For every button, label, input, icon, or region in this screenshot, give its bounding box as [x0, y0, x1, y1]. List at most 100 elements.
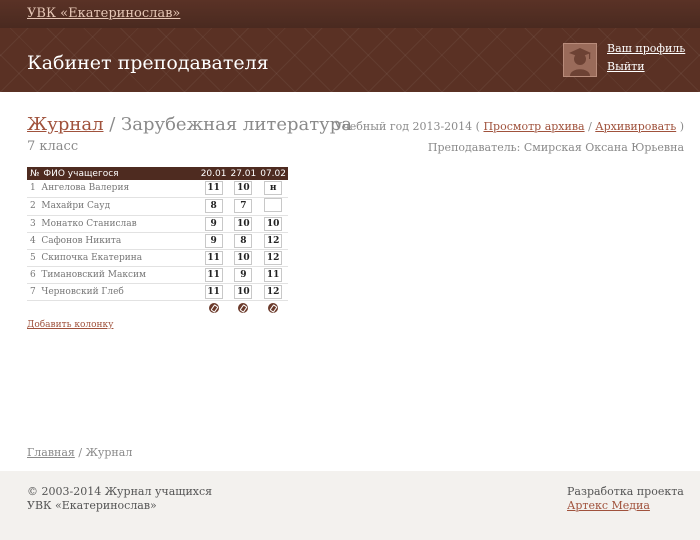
- column-action-cell: [228, 300, 258, 316]
- row-number: 5: [27, 249, 42, 267]
- grade-cell: 11: [198, 249, 229, 267]
- grade-input[interactable]: 11: [204, 267, 223, 282]
- grade-cell: 11: [198, 180, 229, 198]
- grade-cell: 10: [258, 215, 288, 233]
- grade-input[interactable]: 8: [204, 199, 223, 213]
- table-row: 4 Сафонов Никита 9 8 12: [27, 232, 288, 250]
- grade-cell: 10: [228, 283, 259, 301]
- grade-cell: 10: [228, 215, 259, 233]
- header-name: ФИО учащегося: [41, 167, 199, 180]
- student-name: Скипочка Екатерина: [41, 249, 199, 267]
- grade-cell: 12: [258, 249, 288, 267]
- grade-input[interactable]: 9: [204, 216, 223, 231]
- grade-cell: 11: [258, 266, 288, 284]
- cabinet-title: Кабинет преподавателя: [27, 52, 269, 74]
- table-row: 3 Монатко Станислав 9 10 10: [27, 215, 288, 233]
- add-column-link[interactable]: Добавить колонку: [27, 320, 113, 330]
- grade-input[interactable]: 10: [234, 284, 253, 299]
- footer-copyright: © 2003-2014 Журнал учащихся: [27, 485, 213, 498]
- table-header-row: № ФИО учащегося 20.01 27.01 07.02: [27, 167, 288, 180]
- grade-input[interactable]: 11: [264, 267, 283, 282]
- archive-link[interactable]: Архивировать: [595, 120, 676, 133]
- grade-input[interactable]: 8: [234, 233, 253, 248]
- edit-column-icon[interactable]: [238, 303, 249, 313]
- header-date-1: 20.01: [198, 167, 229, 180]
- table-row: 1 Ангелова Валерия 11 10 н: [27, 180, 288, 198]
- grade-input[interactable]: н: [264, 181, 283, 196]
- row-number: 1: [27, 180, 42, 198]
- student-name: Сафонов Никита: [41, 232, 199, 250]
- grade-input[interactable]: 10: [234, 181, 253, 196]
- header-date-3: 07.02: [258, 167, 288, 180]
- school-link[interactable]: УВК «Екатеринослав»: [27, 6, 180, 21]
- grades-table: № ФИО учащегося 20.01 27.01 07.02 1 Ангел…: [27, 167, 288, 316]
- grade-cell: 12: [258, 232, 288, 250]
- row-number: 4: [27, 232, 42, 250]
- profile-link[interactable]: Ваш профиль: [607, 42, 685, 55]
- column-action-cell: [199, 300, 229, 316]
- grade-cell: 10: [228, 249, 259, 267]
- page-title: Журнал / Зарубежная литература: [27, 114, 352, 135]
- grade-input[interactable]: 10: [264, 216, 283, 231]
- column-action-cell: [258, 300, 288, 316]
- grade-input[interactable]: 10: [234, 216, 253, 231]
- row-number: 3: [27, 215, 42, 233]
- edit-column-icon[interactable]: [208, 303, 219, 313]
- grade-input[interactable]: 12: [264, 250, 283, 265]
- archive-view-link[interactable]: Просмотр архива: [483, 120, 584, 133]
- footer-dev-link[interactable]: Артекс Медиа: [567, 499, 650, 512]
- grade-input[interactable]: 10: [234, 250, 253, 265]
- row-number: 6: [27, 266, 42, 284]
- grade-input[interactable]: 11: [204, 284, 223, 299]
- grade-cell: 8: [228, 232, 259, 250]
- subject-name: Зарубежная литература: [121, 114, 353, 135]
- grade-input[interactable]: [264, 197, 283, 212]
- header-num: №: [27, 167, 42, 180]
- student-name: Махайри Сауд: [41, 197, 199, 216]
- footer-dev-label: Разработка проекта: [567, 485, 684, 498]
- breadcrumb-sep: /: [74, 446, 86, 459]
- table-row: 6 Тимановский Максим 11 9 11: [27, 266, 288, 284]
- grade-cell: [258, 197, 288, 216]
- breadcrumb-home[interactable]: Главная: [27, 446, 75, 459]
- graduate-avatar-icon[interactable]: [563, 43, 597, 77]
- grade-input[interactable]: 7: [234, 199, 253, 213]
- grade-cell: 9: [228, 266, 259, 284]
- edit-column-icon[interactable]: [268, 303, 279, 313]
- grade-input[interactable]: 9: [234, 267, 253, 282]
- row-number: 7: [27, 283, 42, 301]
- top-bar: УВК «Екатеринослав»: [0, 0, 700, 28]
- student-name: Монатко Станислав: [41, 215, 199, 233]
- academic-year: Учебный год 2013-2014 ( Просмотр архива …: [335, 120, 684, 133]
- empty-cell: [27, 300, 41, 316]
- header-date-2: 27.01: [228, 167, 259, 180]
- grade-cell: 10: [228, 180, 259, 198]
- grade-input[interactable]: 11: [204, 181, 223, 196]
- header-banner: Кабинет преподавателя Ваш профиль Выйти: [0, 28, 700, 92]
- grade-input[interactable]: 9: [204, 233, 223, 248]
- student-name: Ангелова Валерия: [41, 180, 199, 198]
- breadcrumb: Главная / Журнал: [27, 446, 132, 459]
- grade-cell: 12: [258, 283, 288, 301]
- breadcrumb-current: Журнал: [85, 446, 133, 459]
- year-close: ): [676, 120, 684, 133]
- grade-input[interactable]: 12: [264, 233, 283, 248]
- teacher-name: Преподаватель: Смирская Оксана Юрьевна: [427, 141, 684, 154]
- table-row: 2 Махайри Сауд 8 7: [27, 197, 288, 216]
- student-name: Черновский Глеб: [41, 283, 199, 301]
- grade-cell: 9: [198, 215, 229, 233]
- grade-cell: н: [258, 180, 288, 198]
- table-row: 5 Скипочка Екатерина 11 10 12: [27, 249, 288, 267]
- footer-school: УВК «Екатеринослав»: [27, 499, 157, 512]
- logout-link[interactable]: Выйти: [607, 60, 645, 73]
- table-row: 7 Черновский Глеб 11 10 12: [27, 283, 288, 301]
- grade-cell: 9: [198, 232, 229, 250]
- year-text: Учебный год 2013-2014 (: [334, 120, 480, 133]
- column-actions-row: [27, 300, 288, 316]
- student-name: Тимановский Максим: [41, 266, 199, 284]
- year-sep: /: [584, 120, 596, 133]
- grade-input[interactable]: 12: [264, 284, 283, 299]
- empty-cell: [41, 300, 198, 316]
- grade-input[interactable]: 11: [204, 250, 223, 265]
- journal-link[interactable]: Журнал: [27, 114, 104, 135]
